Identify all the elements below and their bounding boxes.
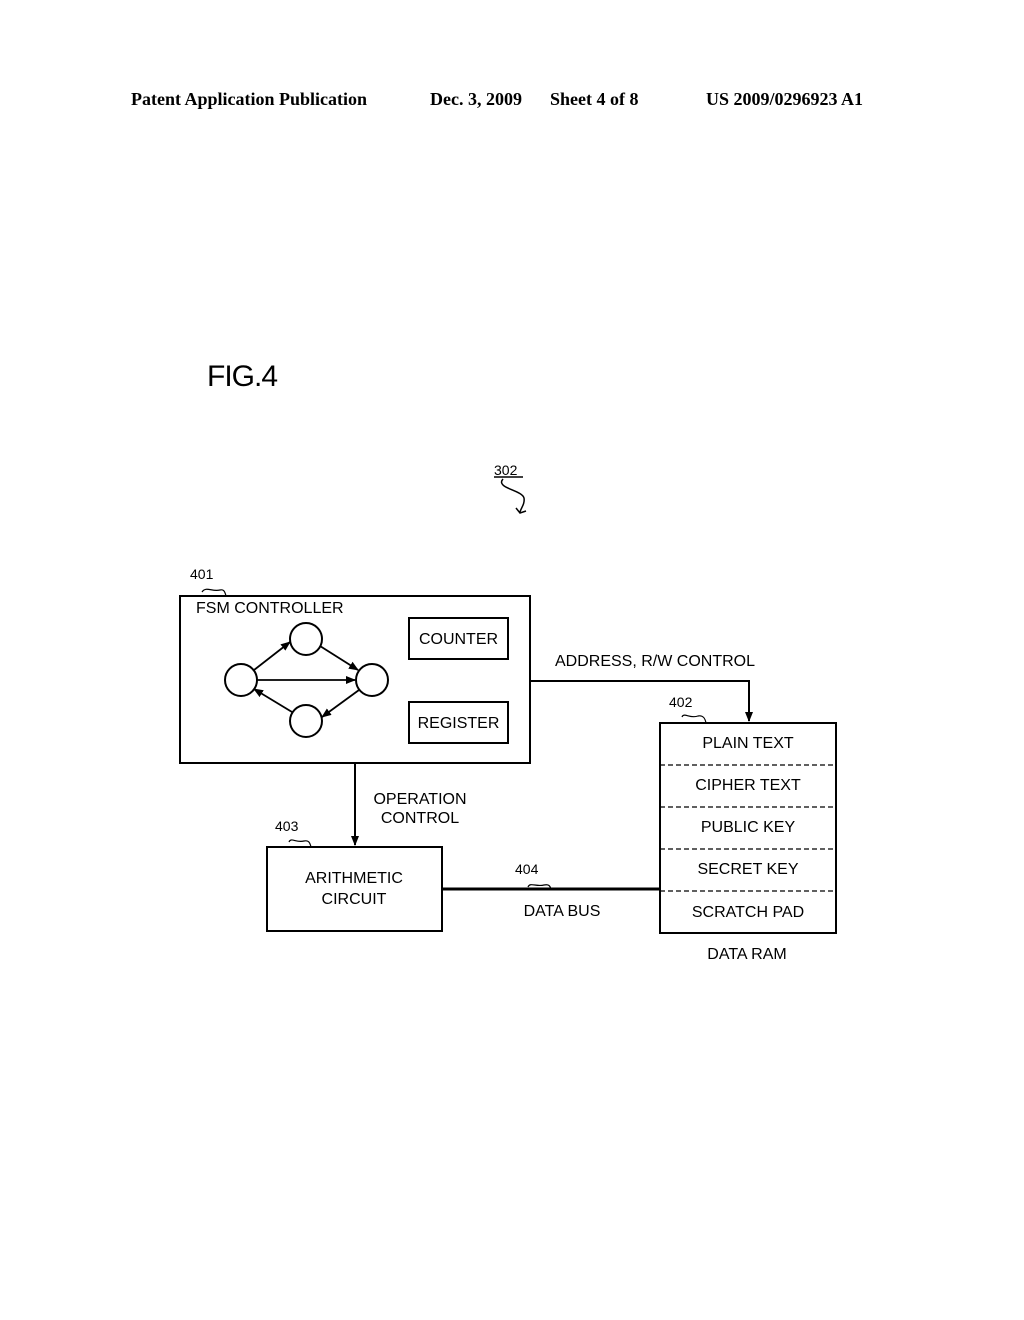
ref-302: 302 <box>494 462 518 478</box>
fsm-transition-left-top <box>253 641 291 671</box>
ref-401: 401 <box>190 566 214 582</box>
fsm-state-top <box>289 622 323 656</box>
counter-label: COUNTER <box>419 631 498 648</box>
ref-401-leader <box>201 588 227 597</box>
ref-404: 404 <box>515 861 539 877</box>
ram-row-plain-text: PLAIN TEXT <box>702 735 794 752</box>
fsm-transition-right-bottom <box>321 689 360 718</box>
address-rw-control-line <box>530 680 753 722</box>
ref-302-leader <box>500 478 525 513</box>
data-ram-label: DATA RAM <box>707 946 786 963</box>
ref-403: 403 <box>275 818 299 834</box>
block-diagram: 302 401 FSM CONTROLLER COUNTER REGISTER … <box>179 462 837 963</box>
operation-control-label-line1: OPERATION <box>373 791 466 808</box>
ram-row-secret-key: SECRET KEY <box>697 861 798 878</box>
operation-control-label-line2: CONTROL <box>381 810 459 827</box>
fsm-transition-bottom-left <box>253 688 293 713</box>
ref-402: 402 <box>669 694 693 710</box>
fsm-state-left <box>224 663 258 697</box>
ref-403-leader <box>288 839 312 848</box>
fsm-state-right <box>355 663 389 697</box>
fsm-state-bottom <box>289 704 323 738</box>
data-bus-label: DATA BUS <box>524 903 601 920</box>
register-label: REGISTER <box>418 715 500 732</box>
fsm-controller-label: FSM CONTROLLER <box>196 600 344 617</box>
address-rw-control-label: ADDRESS, R/W CONTROL <box>555 653 755 670</box>
ref-402-leader <box>681 714 707 724</box>
arithmetic-circuit-label-line1: ARITHMETIC <box>305 870 403 887</box>
arithmetic-circuit-label-line2: CIRCUIT <box>322 891 387 908</box>
arithmetic-circuit-block <box>266 846 443 932</box>
ram-row-scratch-pad: SCRATCH PAD <box>692 904 804 921</box>
ram-row-public-key: PUBLIC KEY <box>701 819 796 836</box>
ram-row-cipher-text: CIPHER TEXT <box>695 777 801 794</box>
fsm-transition-top-right <box>319 645 359 671</box>
